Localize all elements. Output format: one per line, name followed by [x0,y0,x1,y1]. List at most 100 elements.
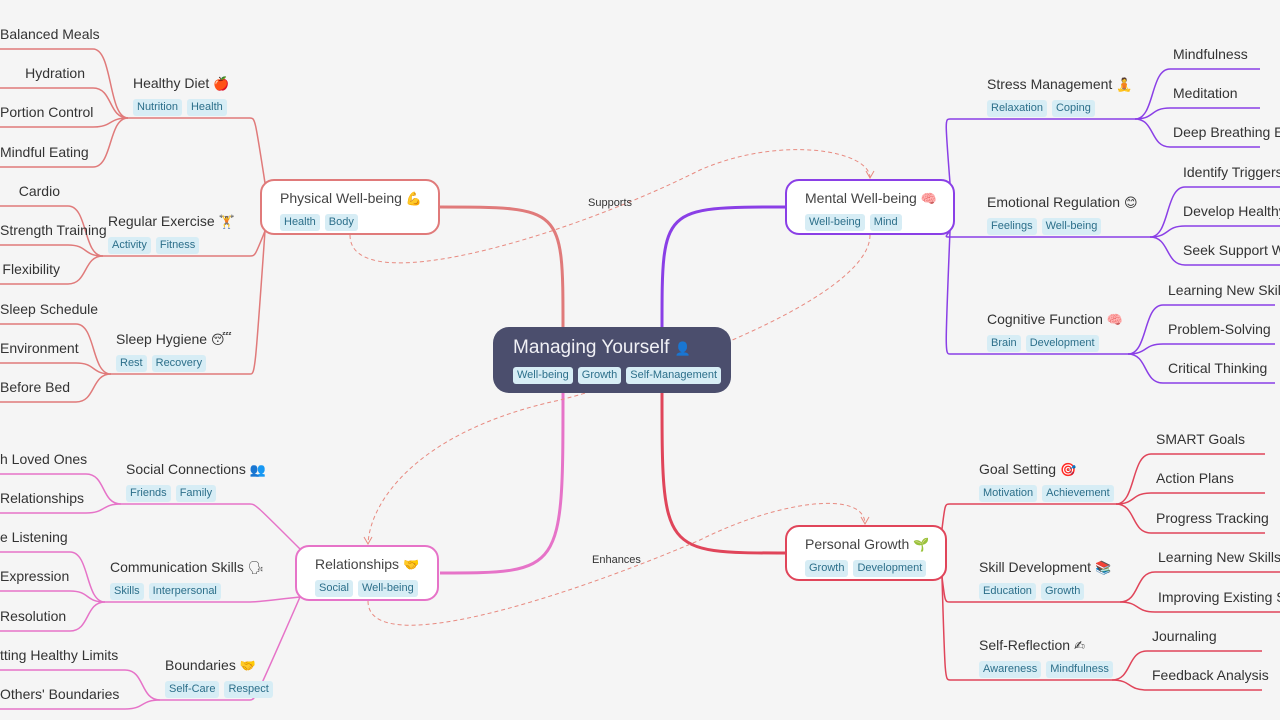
node-title: Relationships 🤝 [315,555,437,574]
leaf-node[interactable]: Environment [0,339,79,357]
tag-badge[interactable]: Growth [1040,583,1085,600]
leaf-node[interactable]: Mindful Eating [0,143,89,161]
leaf-node[interactable]: Balanced Meals [0,25,100,43]
tag-badge[interactable]: Nutrition [133,99,182,116]
leaf-node[interactable]: Sleep Schedule [0,300,98,318]
leaf-node[interactable]: Action Plans [1156,469,1234,487]
leaf-node[interactable]: Cardio [0,182,60,200]
tag-badge[interactable]: Education [979,583,1036,600]
leaf-node[interactable]: Others' Boundaries [0,685,119,703]
node-emoji-icon: 🍎 [213,76,230,91]
leaf-node[interactable]: Learning New Skills [1158,548,1280,566]
branch-node-physical[interactable]: Physical Well-being 💪 Health Body [260,179,440,235]
leaf-node[interactable]: Learning New Skill [1168,281,1280,299]
tag-badge[interactable]: Growth [805,560,849,577]
node-title-text: Stress Management [987,76,1113,92]
sub-node[interactable]: Goal Setting 🎯 Motivation Achievement [979,460,1114,502]
tag-badge[interactable]: Activity [108,237,151,254]
sub-node[interactable]: Regular Exercise 🏋 Activity Fitness [108,212,235,254]
leaf-node[interactable]: SMART Goals [1156,430,1245,448]
leaf-node[interactable]: Problem-Solving [1168,320,1271,338]
tag-badge[interactable]: Skills [110,583,144,600]
tag-badge[interactable]: Self-Management [626,367,722,384]
tag-badge[interactable]: Self-Care [165,681,220,698]
tag-badge[interactable]: Well-being [805,214,865,231]
tag-list: Nutrition Health [133,99,229,116]
leaf-node[interactable]: Deep Breathing Ex [1173,123,1280,141]
tag-badge[interactable]: Motivation [979,485,1038,502]
tag-badge[interactable]: Development [853,560,927,577]
tag-badge[interactable]: Recovery [151,355,207,372]
tag-badge[interactable]: Mind [869,214,902,231]
tag-badge[interactable]: Well-being [1041,218,1102,235]
tag-badge[interactable]: Friends [126,485,171,502]
sub-node[interactable]: Boundaries 🤝 Self-Care Respect [165,656,273,698]
node-title: Goal Setting 🎯 [979,460,1114,479]
sub-node[interactable]: Stress Management 🧘 Relaxation Coping [987,75,1132,117]
branch-node-relationships[interactable]: Relationships 🤝 Social Well-being [295,545,439,601]
sub-node[interactable]: Cognitive Function 🧠 Brain Development [987,310,1123,352]
root-node[interactable]: Managing Yourself 👤 Well-being Growth Self-… [493,327,731,393]
branch-node-mental[interactable]: Mental Well-being 🧠 Well-being Mind [785,179,955,235]
sub-node[interactable]: Self-Reflection ✍ Awareness Mindfulness [979,636,1113,678]
leaf-node[interactable]: Critical Thinking [1168,359,1267,377]
node-title-text: Communication Skills [110,559,244,575]
tag-badge[interactable]: Well-being [357,580,418,597]
leaf-node[interactable]: Strength Training [0,221,107,239]
sub-node[interactable]: Skill Development 📚 Education Growth [979,558,1111,600]
sub-node[interactable]: Social Connections 👥 Friends Family [126,460,266,502]
relation-label[interactable]: Enhances [592,554,641,566]
leaf-node[interactable]: Develop Healthy [1183,202,1280,220]
tag-badge[interactable]: Family [175,485,217,502]
tag-badge[interactable]: Respect [224,681,273,698]
leaf-node[interactable]: Portion Control [0,103,93,121]
relation-label[interactable]: Supports [588,197,632,209]
tag-badge[interactable]: Feelings [987,218,1037,235]
node-emoji-icon: 🧠 [1106,312,1124,327]
leaf-node[interactable]: Mindfulness [1173,45,1248,63]
leaf-node[interactable]: Feedback Analysis [1152,666,1269,684]
leaf-node[interactable]: Meditation [1173,84,1238,102]
tag-badge[interactable]: Development [1025,335,1099,352]
sub-node[interactable]: Sleep Hygiene 😴 Rest Recovery [116,330,232,372]
leaf-node[interactable]: e Listening [0,528,68,546]
tag-badge[interactable]: Interpersonal [148,583,221,600]
tag-badge[interactable]: Health [186,99,227,116]
sub-node[interactable]: Emotional Regulation 😊 Feelings Well-being [987,193,1138,235]
leaf-node[interactable]: Hydration [0,64,85,82]
tag-badge[interactable]: Health [280,214,320,231]
leaf-node[interactable]: Resolution [0,607,66,625]
tag-badge[interactable]: Coping [1051,100,1095,117]
tag-badge[interactable]: Growth [577,367,622,384]
sub-node[interactable]: Communication Skills 🗣 Skills Interpersona… [110,558,264,600]
leaf-node[interactable]: Seek Support W [1183,241,1280,259]
node-title: Mental Well-being 🧠 [805,189,953,208]
tag-badge[interactable]: Mindfulness [1046,661,1113,678]
tag-badge[interactable]: Fitness [155,237,200,254]
node-title-text: Sleep Hygiene [116,331,208,347]
sub-node[interactable]: Healthy Diet 🍎 Nutrition Health [133,74,229,116]
tag-badge[interactable]: Well-being [513,367,573,384]
leaf-node[interactable]: Expression [0,567,69,585]
leaf-node[interactable]: Improving Existing S [1158,588,1280,606]
branch-node-growth[interactable]: Personal Growth 🌱 Growth Development [785,525,947,581]
tag-badge[interactable]: Rest [116,355,147,372]
leaf-node[interactable]: Flexibility [0,260,60,278]
leaf-node[interactable]: Before Bed [0,378,70,396]
leaf-node[interactable]: tting Healthy Limits [0,646,118,664]
leaf-node[interactable]: Progress Tracking [1156,509,1269,527]
node-emoji-icon: 🗣 [247,560,265,575]
tag-badge[interactable]: Body [324,214,358,231]
node-title-text: Goal Setting [979,461,1057,477]
leaf-node[interactable]: Relationships [0,489,84,507]
mindmap-canvas[interactable]: Managing Yourself 👤 Well-being Growth Self-… [0,0,1280,720]
node-emoji-icon: 🤝 [402,557,420,572]
tag-badge[interactable]: Social [315,580,353,597]
leaf-node[interactable]: Journaling [1152,627,1217,645]
leaf-node[interactable]: Identify Triggers [1183,163,1280,181]
tag-badge[interactable]: Achievement [1042,485,1114,502]
tag-badge[interactable]: Relaxation [987,100,1047,117]
tag-badge[interactable]: Awareness [979,661,1042,678]
tag-badge[interactable]: Brain [987,335,1021,352]
leaf-node[interactable]: h Loved Ones [0,450,87,468]
